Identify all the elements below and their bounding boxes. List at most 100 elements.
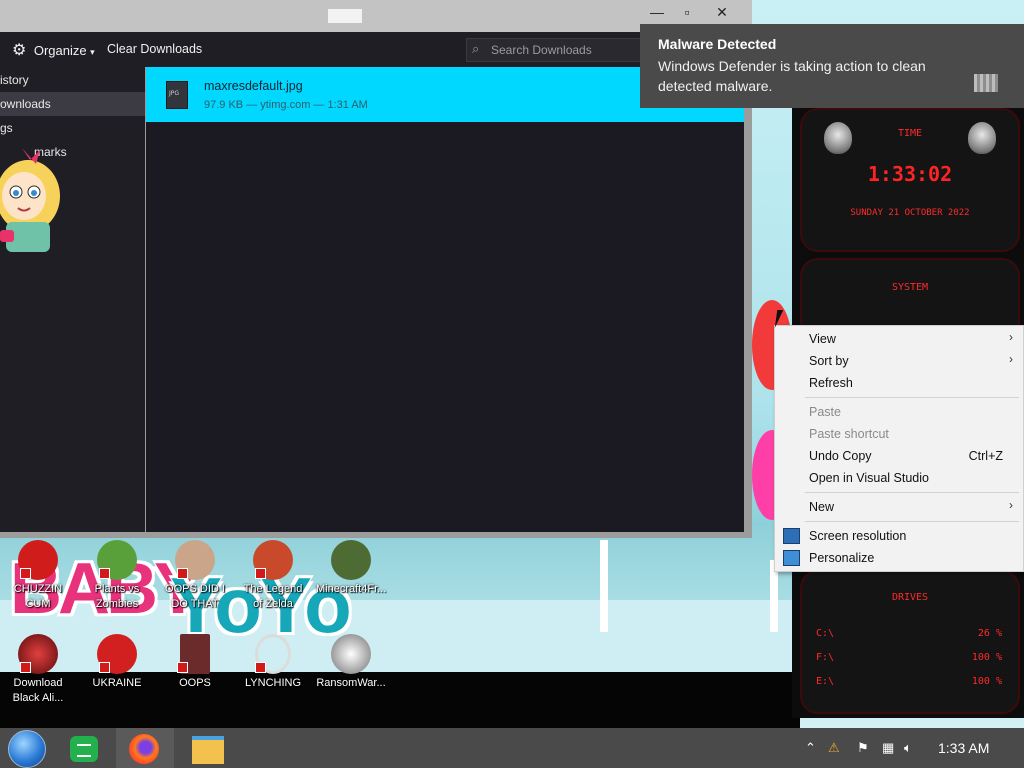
taskbar-app-file-explorer[interactable]: [180, 728, 238, 768]
desktop-icon-zelda[interactable]: The Legend of Zelda: [238, 540, 308, 612]
drive-row: C:\ 26 %: [816, 628, 1002, 639]
drive-row: E:\ 100 %: [816, 676, 1002, 687]
menu-item-sort-by[interactable]: Sort by ›: [775, 350, 1023, 372]
arrow-up-icon[interactable]: ⌃: [805, 740, 816, 756]
document-lines-icon: [77, 744, 91, 757]
menu-item-label: Sort by: [809, 354, 849, 368]
menu-item-undo-copy[interactable]: Undo Copy Ctrl+Z: [775, 445, 1023, 467]
image-file-icon: JPG: [166, 81, 188, 109]
desktop-context-menu: View › Sort by › Refresh Paste Paste sho…: [774, 325, 1024, 572]
drive-label: F:\: [816, 652, 835, 663]
menu-item-paste-shortcut[interactable]: Paste shortcut: [775, 423, 1023, 445]
shortcut-arrow-icon: [177, 662, 188, 673]
start-button[interactable]: [8, 730, 46, 768]
warning-icon[interactable]: ⚠: [828, 740, 840, 756]
sidebar-item-history[interactable]: istory: [0, 68, 145, 92]
shortcut-arrow-icon: [255, 568, 266, 579]
sidebar-item-downloads[interactable]: ownloads: [0, 92, 145, 116]
close-button[interactable]: ✕: [707, 2, 737, 22]
desktop-icon-ukraine[interactable]: UKRAINE: [82, 634, 152, 691]
desktop-icon-label: The Legend of Zelda: [243, 583, 303, 610]
flag-icon[interactable]: ⚑: [857, 740, 869, 756]
drive-row: F:\ 100 %: [816, 652, 1002, 663]
menu-item-label: Paste: [809, 405, 841, 419]
search-downloads-input[interactable]: ⌕ Search Downloads: [466, 38, 648, 62]
shortcut-arrow-icon: [177, 568, 188, 579]
minimize-button[interactable]: —: [642, 2, 672, 22]
clear-downloads-button[interactable]: Clear Downloads: [107, 42, 202, 56]
menu-item-refresh[interactable]: Refresh: [775, 372, 1023, 394]
minecraft-icon: [331, 540, 371, 580]
gadget-time-box: TIME 1:33:02 SUNDAY 21 OCTOBER 2022: [800, 108, 1020, 252]
menu-item-new[interactable]: New ›: [775, 496, 1023, 518]
taskbar-app-sheets[interactable]: [56, 728, 114, 768]
menu-item-view[interactable]: View ›: [775, 328, 1023, 350]
desktop-icon-oops-did-i[interactable]: OOPS DID I DO THAT: [160, 540, 230, 612]
search-icon: ⌕: [472, 41, 480, 56]
menu-item-open-in-visual-studio[interactable]: Open in Visual Studio: [775, 467, 1023, 489]
skull-icon: [331, 634, 371, 674]
desktop-icon-label: Download Black Ali...: [12, 677, 64, 704]
desktop-icon-chuzzin[interactable]: CHUZZIN CUM: [3, 540, 73, 612]
drive-percent: 100 %: [971, 676, 1002, 687]
lollipop-stick: [600, 540, 608, 632]
desktop-icon-plants-vs-zombies[interactable]: Plants vs Zombies: [82, 540, 152, 612]
menu-item-label: Refresh: [809, 376, 853, 390]
gadget-clock: 1:33:02: [867, 162, 953, 186]
organize-button[interactable]: ⚙ Organize ▾: [12, 40, 95, 60]
drive-label: E:\: [816, 676, 835, 687]
cartoon-character-sticker: [0, 146, 62, 266]
menu-item-label: Screen resolution: [809, 529, 907, 543]
download-meta: 97.9 KB — ytimg.com — 1:31 AM: [204, 99, 368, 111]
gadget-drives-box: DRIVES C:\ 26 % F:\ 100 % E:\ 100 %: [800, 570, 1020, 714]
menu-item-screen-resolution[interactable]: Screen resolution: [775, 525, 1023, 547]
menu-item-shortcut: Ctrl+Z: [968, 449, 1003, 463]
menu-item-label: Paste shortcut: [809, 427, 889, 441]
taskbar: ⌃ ⚠ ⚑ ▦ 🔈︎ 1:33 AM: [0, 728, 1024, 768]
taskbar-clock[interactable]: 1:33 AM: [938, 740, 989, 756]
desktop-icon-label: RansomWar...: [316, 677, 386, 689]
menu-item-paste[interactable]: Paste: [775, 401, 1023, 423]
downloads-list: JPG maxresdefault.jpg 97.9 KB — ytimg.co…: [146, 67, 744, 532]
desktop-icon-oops[interactable]: OOPS: [160, 634, 230, 691]
organize-label: Organize: [33, 43, 87, 58]
network-icon[interactable]: ▦: [882, 740, 894, 756]
sidebar-item-label: ownloads: [0, 97, 51, 111]
desktop-icon-label: OOPS: [179, 677, 211, 689]
sidebar-item-tags[interactable]: gs: [0, 116, 145, 140]
menu-item-label: Undo Copy: [809, 449, 872, 463]
sidebar-item-label: gs: [0, 121, 13, 135]
shortcut-arrow-icon: [255, 662, 266, 673]
menu-item-personalize[interactable]: Personalize: [775, 547, 1023, 569]
search-placeholder: Search Downloads: [491, 43, 592, 57]
chevron-down-icon: ▾: [90, 47, 95, 57]
defender-shield-icon: [974, 74, 998, 92]
notification-message: Windows Defender is taking action to cle…: [658, 58, 926, 94]
chevron-right-icon: ›: [1009, 352, 1013, 366]
maximize-button[interactable]: ▫: [672, 2, 702, 22]
desktop-icon-label: CHUZZIN CUM: [13, 583, 63, 610]
file-type-label: JPG: [169, 90, 180, 97]
download-file-name: maxresdefault.jpg: [204, 79, 303, 93]
desktop-icon-minecraft[interactable]: Minecraft4Fr...: [316, 540, 386, 597]
shortcut-arrow-icon: [20, 662, 31, 673]
monitor-icon: [783, 528, 800, 544]
desktop-icon-label: OOPS DID I DO THAT: [165, 583, 225, 610]
taskbar-app-firefox[interactable]: [116, 728, 174, 768]
menu-item-label: View: [809, 332, 836, 346]
personalize-icon: [783, 550, 800, 566]
gadget-time-title: TIME: [897, 128, 923, 139]
desktop-icon-download-black-ali[interactable]: Download Black Ali...: [3, 634, 73, 706]
chevron-right-icon: ›: [1009, 330, 1013, 344]
title-placeholder: [328, 9, 362, 23]
malware-notification[interactable]: Malware Detected Windows Defender is tak…: [640, 24, 1024, 108]
desktop-icon-ransomware[interactable]: RansomWar...: [316, 634, 386, 691]
menu-separator: [805, 521, 1019, 522]
volume-icon[interactable]: 🔈︎: [904, 740, 912, 756]
drive-percent: 100 %: [971, 652, 1002, 663]
desktop-icon-lynching[interactable]: LYNCHING: [238, 634, 308, 691]
menu-item-label: New: [809, 500, 835, 514]
desktop-icon-label: Plants vs Zombies: [94, 583, 140, 610]
gadget-date: SUNDAY 21 OCTOBER 2022: [850, 208, 970, 218]
library-sidebar: istory ownloads gs marks: [0, 67, 145, 532]
